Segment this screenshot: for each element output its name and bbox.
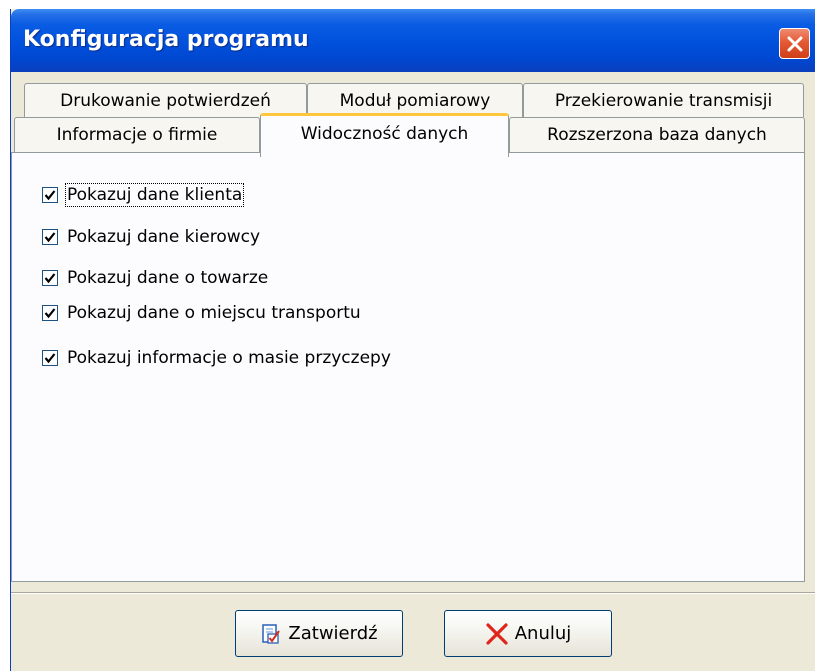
checkmark-icon: [44, 353, 56, 364]
tab-label: Przekierowanie transmisji: [554, 91, 773, 111]
checkmark-icon: [44, 308, 56, 319]
checkbox-label: Pokazuj dane kierowcy: [67, 227, 261, 247]
tab-strip: Drukowanie potwierdzeń Moduł pomiarowy P…: [11, 72, 815, 162]
checkbox-label: Pokazuj dane klienta: [64, 183, 245, 207]
checkbox-label: Pokazuj dane o towarze: [67, 268, 269, 288]
tab-rozszerzona-baza-danych[interactable]: Rozszerzona baza danych: [509, 117, 805, 152]
tab-drukowanie-potwierdzen[interactable]: Drukowanie potwierdzeń: [24, 83, 307, 117]
checkmark-icon: [44, 232, 56, 243]
footer-separator: [11, 592, 815, 594]
tab-informacje-o-firmie[interactable]: Informacje o firmie: [14, 117, 260, 152]
title-bar[interactable]: Konfiguracja programu: [11, 9, 815, 72]
checkbox-box[interactable]: [42, 350, 58, 366]
tab-label: Informacje o firmie: [56, 125, 218, 145]
window-title: Konfiguracja programu: [23, 27, 309, 52]
tab-widocznosc-danych[interactable]: Widoczność danych: [260, 113, 509, 157]
checkbox-box[interactable]: [42, 229, 58, 245]
cancel-button[interactable]: Anuluj: [444, 610, 612, 657]
tab-panel-widocznosc-danych: Pokazuj dane klienta Pokazuj dane kierow…: [11, 152, 805, 582]
tab-modul-pomiarowy[interactable]: Moduł pomiarowy: [307, 83, 523, 117]
checkbox-pokazuj-dane-kierowcy[interactable]: Pokazuj dane kierowcy: [42, 225, 260, 249]
red-x-icon: [485, 622, 509, 646]
checkbox-box[interactable]: [42, 270, 58, 286]
tab-label: Drukowanie potwierdzeń: [60, 91, 271, 111]
checkbox-pokazuj-dane-o-towarze[interactable]: Pokazuj dane o towarze: [42, 266, 268, 290]
checkbox-pokazuj-informacje-o-masie-przyczepy[interactable]: Pokazuj informacje o masie przyczepy: [42, 346, 391, 370]
document-check-icon: [260, 623, 282, 645]
close-icon: [787, 36, 802, 51]
tab-label: Rozszerzona baza danych: [547, 125, 767, 145]
tab-label: Moduł pomiarowy: [339, 91, 491, 111]
close-button[interactable]: [779, 28, 810, 59]
checkbox-pokazuj-dane-klienta[interactable]: Pokazuj dane klienta: [42, 183, 245, 207]
cancel-button-label: Anuluj: [514, 623, 572, 644]
checkbox-pokazuj-dane-o-miejscu-transportu[interactable]: Pokazuj dane o miejscu transportu: [42, 301, 361, 325]
checkbox-label: Pokazuj dane o miejscu transportu: [67, 303, 361, 323]
checkmark-icon: [44, 190, 56, 201]
config-dialog: Konfiguracja programu Drukowanie potwier…: [10, 9, 815, 671]
tab-label: Widoczność danych: [300, 124, 469, 144]
checkbox-box[interactable]: [42, 305, 58, 321]
checkbox-label: Pokazuj informacje o masie przyczepy: [67, 348, 391, 368]
confirm-button-label: Zatwierdź: [288, 623, 378, 644]
tab-przekierowanie-transmisji[interactable]: Przekierowanie transmisji: [523, 83, 804, 117]
checkmark-icon: [44, 273, 56, 284]
checkbox-box[interactable]: [42, 187, 58, 203]
confirm-button[interactable]: Zatwierdź: [235, 610, 403, 657]
